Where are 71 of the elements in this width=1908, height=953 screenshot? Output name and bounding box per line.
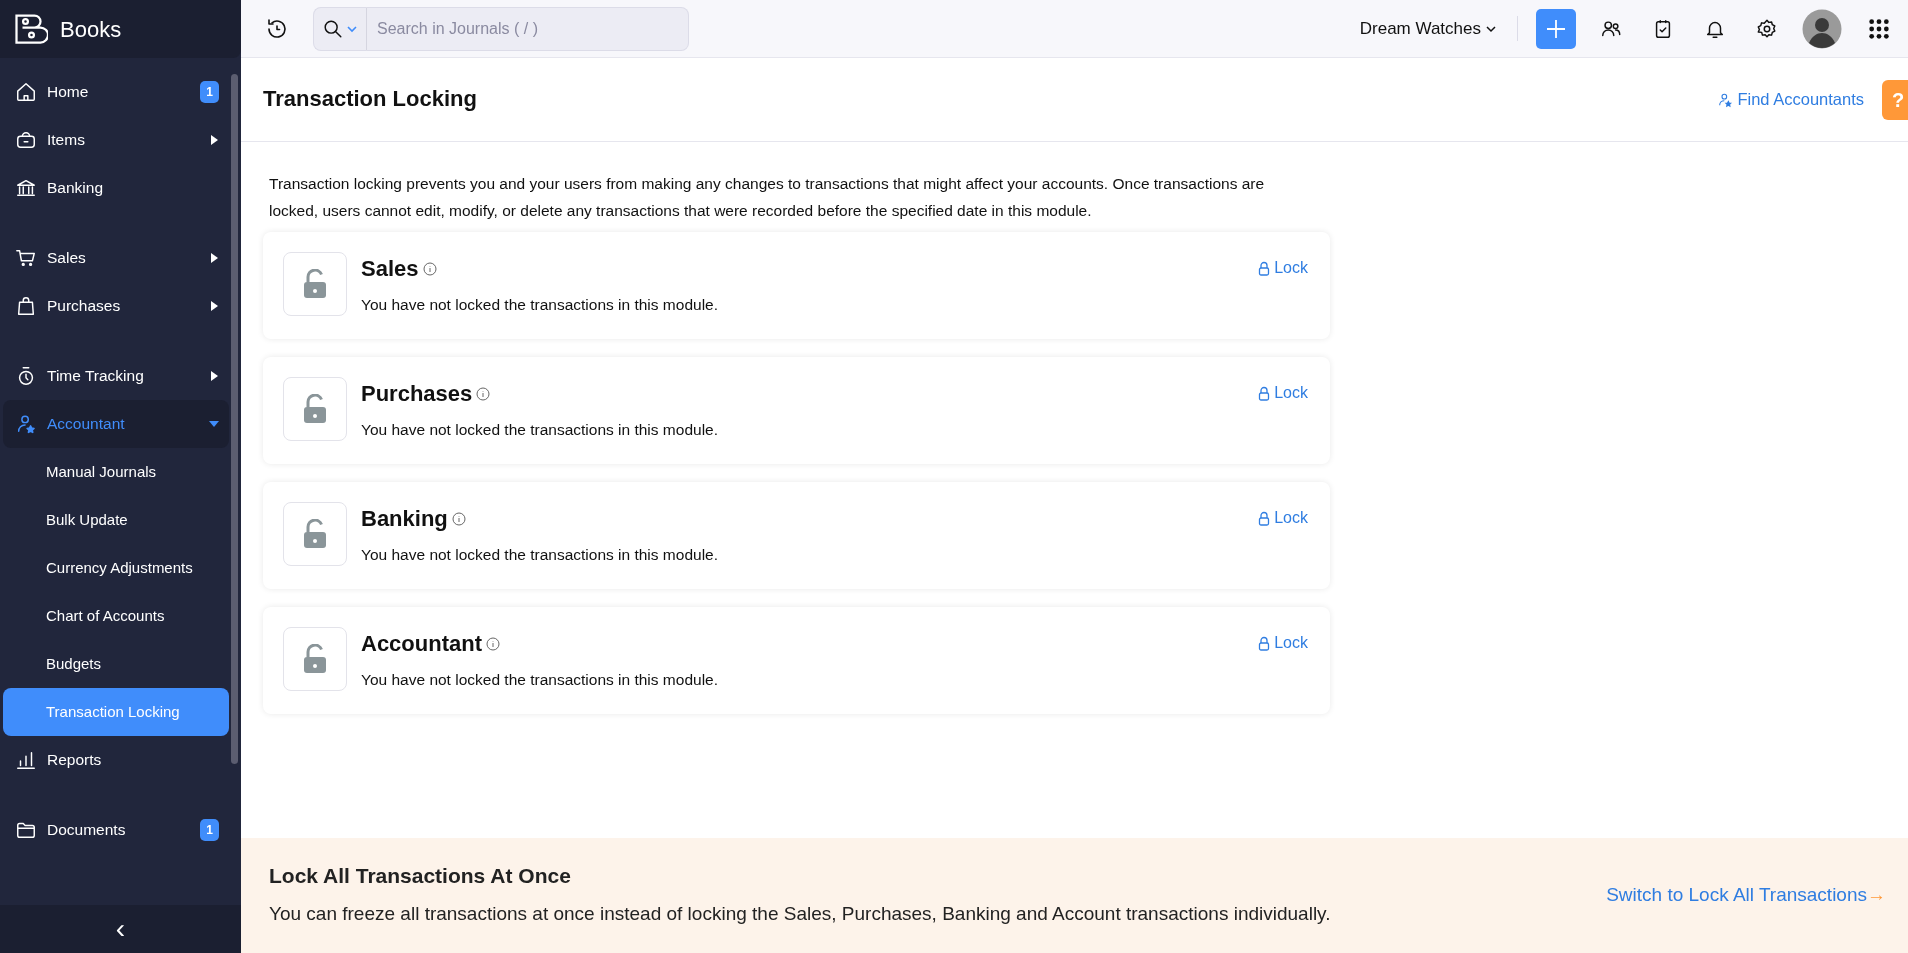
info-icon[interactable] bbox=[476, 386, 491, 401]
caret-icon bbox=[209, 419, 219, 429]
nav-item[interactable]: Banking bbox=[3, 164, 229, 212]
nav-item[interactable]: Accountant bbox=[3, 400, 229, 448]
nav-item[interactable]: Sales bbox=[3, 234, 229, 282]
nav-subitem[interactable]: Chart of Accounts bbox=[3, 592, 229, 640]
status-text: You have not locked the transactions in this module. bbox=[361, 670, 718, 690]
status-text: You have not locked the transactions in this module. bbox=[361, 295, 718, 315]
count-badge: 1 bbox=[200, 81, 219, 103]
user-star-icon bbox=[1717, 91, 1734, 108]
home-icon bbox=[15, 81, 37, 103]
banner-text: You can freeze all transactions at once instead of locking the Sales, Purchases, Banking and Account transactions individually. bbox=[269, 901, 1331, 926]
lock-link[interactable]: Lock bbox=[1258, 381, 1308, 405]
page-title: Transaction Locking bbox=[263, 86, 478, 113]
caret-icon bbox=[209, 371, 219, 381]
module-name: Sales bbox=[361, 255, 419, 283]
padlock-icon bbox=[302, 394, 328, 424]
avatar[interactable] bbox=[1802, 8, 1842, 49]
count-badge: 1 bbox=[200, 819, 219, 841]
basket-icon bbox=[15, 129, 37, 151]
logo-icon bbox=[12, 11, 48, 47]
find-accountants-link[interactable]: Find Accountants bbox=[1717, 87, 1864, 112]
organization-menu[interactable]: Dream Watches bbox=[1359, 15, 1481, 42]
padlock-icon bbox=[1258, 385, 1271, 401]
scrollbar[interactable] bbox=[231, 74, 238, 764]
info-icon[interactable] bbox=[486, 636, 500, 651]
user-star-icon bbox=[15, 413, 37, 435]
nav-item[interactable]: Purchases bbox=[3, 282, 229, 330]
info-icon[interactable] bbox=[422, 261, 437, 276]
lock-link[interactable]: Lock bbox=[1258, 631, 1308, 655]
nav-subitem[interactable]: Manual Journals bbox=[3, 448, 229, 496]
cart-icon bbox=[15, 247, 37, 269]
nav-item[interactable]: Items bbox=[3, 116, 229, 164]
caret-icon bbox=[209, 135, 219, 145]
banner-title: Lock All Transactions At Once bbox=[269, 862, 572, 888]
status-text: You have not locked the transactions in this module. bbox=[361, 545, 718, 565]
nav-subitem[interactable]: Budgets bbox=[3, 640, 229, 688]
padlock-icon bbox=[1258, 260, 1271, 276]
search-scope-button[interactable] bbox=[313, 6, 367, 51]
padlock-icon bbox=[302, 269, 328, 299]
nav-item[interactable]: Documents 1 bbox=[3, 806, 229, 854]
lock-link[interactable]: Lock bbox=[1258, 256, 1308, 280]
padlock-icon bbox=[302, 519, 328, 549]
caret-icon bbox=[209, 301, 219, 311]
nav-item[interactable]: Home 1 bbox=[3, 68, 229, 116]
lock-all-link[interactable]: Switch to Lock All Transactions→ bbox=[1606, 881, 1886, 910]
nav-item[interactable]: Time Tracking bbox=[3, 352, 229, 400]
status-text: You have not locked the transactions in this module. bbox=[361, 420, 718, 440]
module-name: Accountant bbox=[361, 630, 482, 658]
settings-icon[interactable] bbox=[1756, 17, 1778, 40]
nav-subitem[interactable]: Currency Adjustments bbox=[3, 544, 229, 592]
bank-icon bbox=[15, 177, 37, 199]
padlock-icon bbox=[1258, 510, 1271, 526]
description: Transaction locking prevents you and your users from making any changes to transactions that might affect your accounts. Once transactions are locked, users cannot edit, modify, or delete any transactions that were recorded before the specified date in this module. bbox=[269, 174, 1266, 221]
info-icon[interactable] bbox=[451, 511, 466, 526]
lock-link[interactable]: Lock bbox=[1258, 506, 1308, 530]
apps-grid-icon[interactable] bbox=[1868, 17, 1890, 40]
history-icon[interactable] bbox=[265, 16, 289, 41]
padlock-icon bbox=[302, 644, 328, 674]
nav-subitem[interactable]: Bulk Update bbox=[3, 496, 229, 544]
module-name: Banking bbox=[361, 505, 448, 533]
padlock-icon bbox=[1258, 635, 1271, 651]
search-field[interactable]: Search in Journals ( / ) bbox=[367, 6, 689, 51]
bar-chart-icon bbox=[15, 749, 37, 771]
module-name: Purchases bbox=[361, 380, 473, 408]
collapse-sidebar-button[interactable]: ‹ bbox=[109, 915, 132, 943]
nav-item[interactable]: Reports bbox=[3, 736, 229, 784]
shopping-bag-icon bbox=[15, 295, 37, 317]
caret-icon bbox=[209, 253, 219, 263]
add-button[interactable] bbox=[1536, 8, 1576, 49]
app-name: Books bbox=[60, 15, 122, 44]
